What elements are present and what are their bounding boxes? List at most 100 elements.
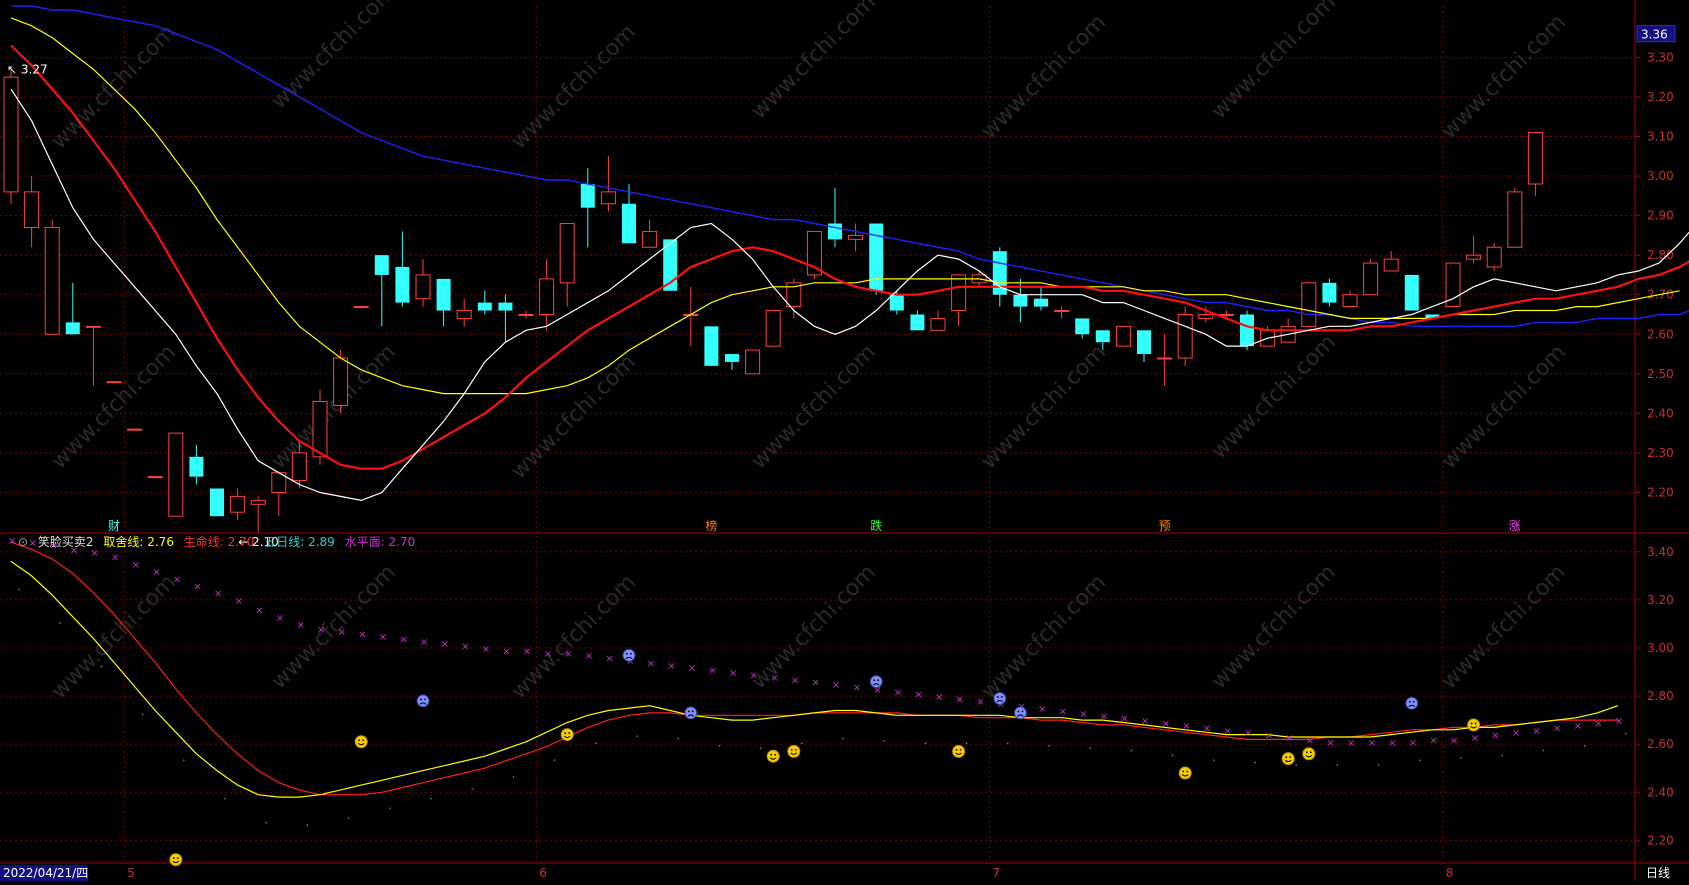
level-x-mark: ×: [667, 661, 675, 672]
level-x-mark: ×: [173, 574, 181, 585]
frown-icon: [622, 648, 636, 662]
face-circle: [1178, 766, 1192, 780]
high-annotation: ↖ 3.27: [7, 62, 48, 76]
price-tick-label: 3.30: [1647, 50, 1674, 64]
indicator-name: 笑脸买卖2: [37, 535, 94, 549]
level-x-mark: ×: [1409, 738, 1417, 749]
candle-body-up: [930, 317, 946, 331]
level-x-mark: ×: [1388, 738, 1396, 749]
month-label: 8: [1446, 866, 1454, 880]
candle-body-down: [1095, 330, 1110, 343]
level-x-mark: ×: [791, 675, 799, 686]
level-x-mark: ×: [1532, 726, 1540, 737]
ind-dot: [18, 588, 20, 591]
background: [0, 0, 1689, 881]
ind-dot: [842, 737, 844, 740]
face-eye: [1182, 770, 1185, 773]
smile-icon: [952, 744, 966, 758]
level-x-mark: ×: [1553, 723, 1561, 734]
candle-body-down: [1322, 282, 1337, 303]
level-x-mark: ×: [338, 627, 346, 638]
level-x-mark: ×: [770, 673, 778, 684]
face-circle: [766, 749, 780, 763]
face-eye: [420, 698, 422, 701]
face-eye: [1470, 722, 1473, 725]
level-x-mark: ×: [461, 642, 469, 653]
candle-body-up: [1301, 282, 1317, 327]
face-eye: [424, 698, 426, 701]
candle-body-down: [1075, 318, 1090, 335]
ind-dot: [1254, 761, 1256, 764]
legend-value: 2.70: [227, 535, 255, 549]
level-x-mark: ×: [832, 680, 840, 691]
face-circle: [787, 744, 801, 758]
candle-body-down: [622, 203, 636, 244]
frown-icon: [1405, 696, 1419, 710]
ind-dot: [759, 747, 762, 749]
event-label: 预: [1159, 519, 1171, 533]
frown-icon: [1013, 706, 1027, 720]
candle-body-up: [1486, 246, 1502, 268]
ind-dot: [1171, 754, 1174, 757]
candle-body-up: [3, 76, 19, 193]
ind-tick-label: 2.40: [1647, 785, 1674, 799]
ind-tick-label: 2.60: [1647, 737, 1674, 751]
smile-icon: [1302, 747, 1316, 761]
legend-value: 2.76: [147, 535, 174, 549]
face-circle: [1302, 747, 1316, 761]
face-circle: [684, 706, 698, 720]
level-x-mark: ×: [235, 596, 243, 607]
candle-body-up: [1527, 132, 1543, 185]
level-x-mark: ×: [502, 646, 510, 657]
price-tick-label: 3.00: [1647, 169, 1674, 183]
ind-dot: [1089, 747, 1091, 749]
legend-value: 2.89: [308, 535, 335, 549]
level-x-mark: ×: [441, 639, 449, 650]
level-x-mark: ×: [1059, 707, 1067, 718]
level-x-mark: ×: [276, 613, 284, 624]
level-x-mark: ×: [379, 632, 387, 643]
face-eye: [362, 739, 365, 742]
candle-body-up: [415, 274, 431, 300]
ind-dot: [59, 622, 61, 624]
candle-body-up: [1177, 313, 1193, 359]
face-eye: [770, 753, 773, 756]
ind-tick-label: 2.20: [1647, 833, 1674, 847]
frown-icon: [869, 675, 883, 689]
candle-body-up: [539, 278, 555, 315]
level-x-mark: ×: [1285, 733, 1293, 744]
face-circle: [1405, 696, 1419, 710]
level-x-mark: ×: [1203, 723, 1211, 734]
level-x-mark: ×: [399, 634, 407, 645]
candle-body-up: [559, 223, 575, 284]
face-eye: [1021, 710, 1024, 713]
level-x-mark: ×: [935, 692, 943, 703]
event-label: 跌: [870, 518, 882, 533]
candle-body-up: [456, 310, 472, 319]
face-eye: [1309, 751, 1312, 754]
smile-icon: [560, 728, 574, 742]
face-circle: [869, 675, 883, 689]
ind-dot: [1583, 744, 1586, 747]
indicator-title: ⊙ 笑脸买卖2 取舍线: 2.76 生命线: 2.70 五日线: 2.89 水平…: [18, 535, 421, 549]
face-circle: [416, 694, 430, 708]
legend-label: 取舍线:: [103, 535, 144, 549]
level-x-mark: ×: [605, 654, 613, 665]
level-x-mark: ×: [1615, 716, 1623, 727]
level-x-mark: ×: [358, 630, 366, 641]
ind-dot: [924, 742, 927, 745]
candle-body-down: [498, 302, 513, 311]
candle-body-down: [210, 488, 224, 517]
stock-chart: www.cfchi.com www.cfchi.com www.cfchi.com w…: [0, 0, 1689, 881]
candle-body-up: [600, 191, 616, 205]
price-tick-label: 3.20: [1647, 90, 1674, 104]
legend-item-shengming: 生命线: 2.70: [184, 535, 255, 549]
ind-dot: [553, 759, 556, 761]
chart-canvas[interactable]: www.cfchi.com www.cfchi.com www.cfchi.com w…: [0, 0, 1689, 881]
candle-body-down: [580, 183, 595, 208]
smile-icon: [1281, 752, 1295, 766]
ind-dot: [141, 713, 144, 716]
ind-dot: [347, 817, 350, 819]
indicator-toggle-icon[interactable]: ⊙: [18, 535, 28, 549]
level-x-mark: ×: [1265, 731, 1273, 742]
